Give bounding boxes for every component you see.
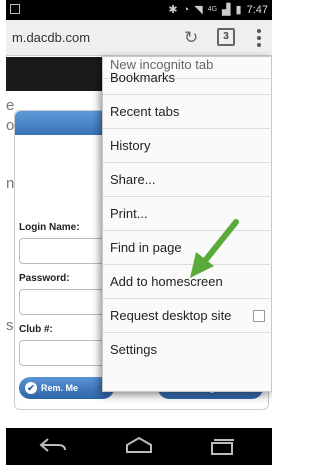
remember-label: Rem. Me	[41, 383, 79, 393]
tabs-icon[interactable]: 3	[217, 28, 235, 46]
home-icon[interactable]	[124, 436, 154, 456]
signal-icon: ▟	[222, 4, 231, 16]
navigation-bar	[6, 428, 272, 465]
browser-toolbar: m.dacdb.com ↻ 3	[6, 20, 272, 56]
battery-icon: ▮	[235, 4, 242, 16]
menu-item-share[interactable]: Share...	[103, 163, 272, 197]
wifi-icon: ◥	[194, 4, 203, 16]
recent-apps-icon[interactable]	[208, 438, 236, 456]
bluetooth-icon: ✱	[168, 4, 178, 16]
menu-item-history[interactable]: History	[103, 129, 272, 163]
remember-me-button[interactable]: ✔ Rem. Me	[19, 377, 114, 399]
password-label: Password:	[19, 273, 70, 284]
url-field[interactable]: m.dacdb.com	[12, 30, 90, 45]
side-text: n	[6, 175, 14, 192]
network-type: 4G	[207, 6, 218, 13]
phone-screen: ✱ ◔ ◥ 4G ▟ ▮ 7:47 m.dacdb.com ↻ 3 e o n …	[6, 0, 272, 465]
back-icon[interactable]	[38, 436, 68, 456]
menu-item-label: Request desktop site	[110, 308, 232, 323]
login-name-label: Login Name:	[19, 222, 80, 233]
side-text: s	[6, 317, 14, 334]
menu-item-recent-tabs[interactable]: Recent tabs	[103, 95, 272, 129]
side-text: e	[6, 97, 14, 114]
overflow-menu-icon[interactable]	[257, 29, 261, 50]
menu-item-settings[interactable]: Settings	[103, 333, 272, 367]
desktop-site-checkbox[interactable]	[253, 310, 265, 322]
menu-item-request-desktop-site[interactable]: Request desktop site	[103, 299, 272, 333]
alarm-icon: ◔	[182, 3, 190, 16]
menu-item-bookmarks[interactable]: Bookmarks	[103, 61, 272, 95]
annotation-arrow-icon	[190, 219, 239, 278]
clock: 7:47	[246, 3, 268, 16]
side-text: o	[6, 117, 14, 134]
reload-icon[interactable]: ↻	[184, 28, 198, 48]
screenshot-icon	[10, 4, 20, 14]
status-icons: ✱ ◔ ◥ 4G ▟ ▮ 7:47	[168, 3, 268, 17]
status-bar: ✱ ◔ ◥ 4G ▟ ▮ 7:47	[6, 0, 272, 20]
check-icon: ✔	[25, 382, 37, 394]
club-label: Club #:	[19, 324, 53, 335]
